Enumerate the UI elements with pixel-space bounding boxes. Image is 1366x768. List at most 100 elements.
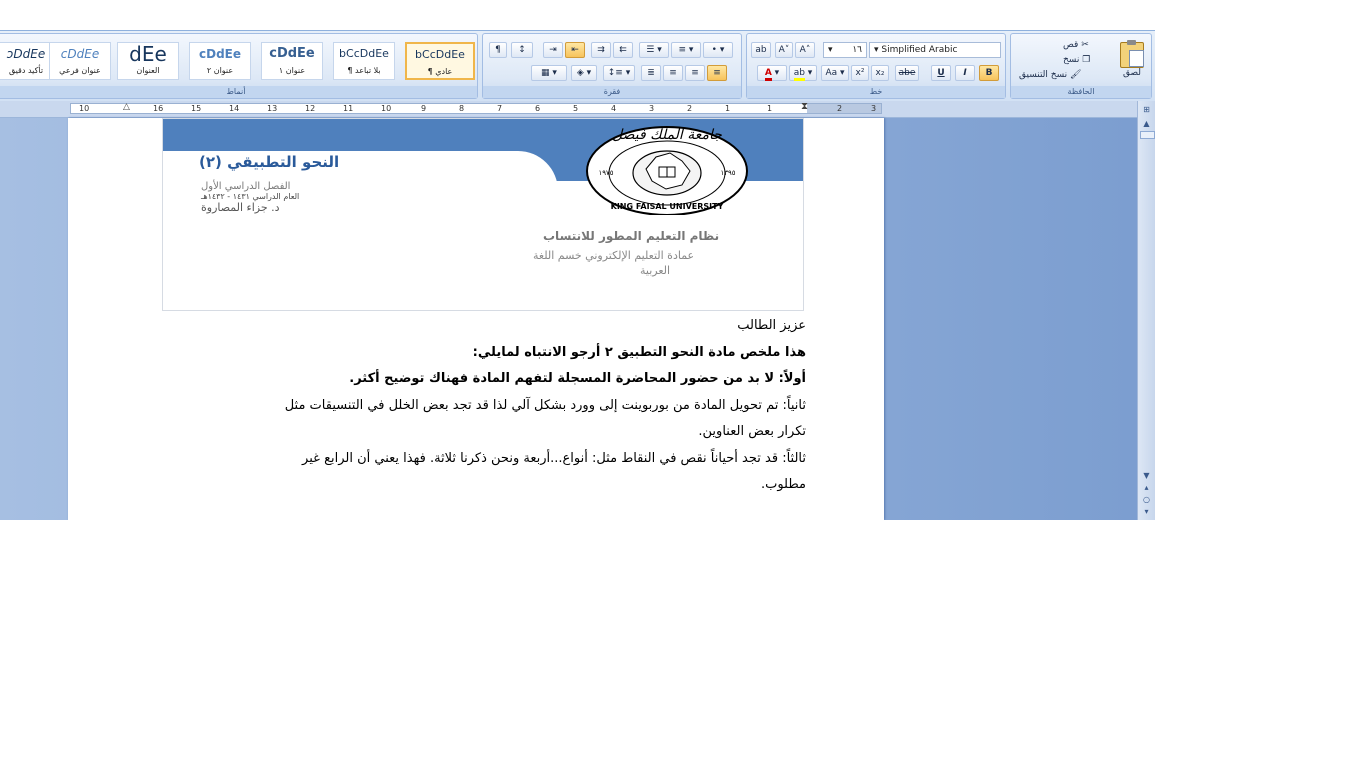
style-sample: cDdEe (269, 46, 315, 61)
ruler-number: 1 (725, 104, 731, 113)
rtl-button[interactable]: ⇤ (565, 42, 585, 58)
body-line: هذا ملخص مادة النحو التطبيق ٢ أرجو الانت… (472, 345, 806, 360)
vertical-scrollbar[interactable]: ⊞ ▲ ▼ ▴ ○ ▾ (1137, 101, 1155, 520)
system-subtitle-1: عمادة التعليم الإلكتروني خسم اللغة (533, 249, 695, 262)
copy-icon: ❐ (1082, 55, 1091, 65)
shrink-font-button[interactable]: A˅ (775, 42, 793, 58)
change-case-button[interactable]: Aa ▾ (821, 65, 849, 81)
logo-year-right: ١٣٩٥ (720, 169, 735, 177)
ruler-number: 9 (421, 104, 427, 113)
strikethrough-button[interactable]: abe (895, 65, 919, 81)
body-line: ثالثاً: قد تجد أحياناً نقص في النقاط مثل… (302, 451, 806, 466)
style-normal[interactable]: bCcDdEe ¶ عادي (405, 42, 475, 80)
clear-formatting-button[interactable]: ab (751, 42, 771, 58)
bold-button[interactable]: B (979, 65, 999, 81)
ltr-button[interactable]: ⇥ (543, 42, 563, 58)
copy-button[interactable]: ❐ نسخ (1063, 55, 1090, 65)
align-left-button[interactable]: ≡ (685, 65, 705, 81)
ruler-number: 4 (611, 104, 617, 113)
view-ruler-icon[interactable]: ⊞ (1139, 103, 1154, 116)
indent-marker-icon[interactable]: △ (123, 102, 130, 112)
ruler-number: 2 (837, 104, 843, 113)
cut-label: قص (1063, 40, 1079, 50)
borders-button[interactable]: ▦ ▾ (531, 65, 567, 81)
chevron-down-icon: ▾ (828, 45, 833, 55)
format-painter-icon: 🖌 (1070, 70, 1082, 80)
align-right-button[interactable]: ≡ (707, 65, 727, 81)
ruler-number: 16 (153, 104, 164, 113)
shading-button[interactable]: ◈ ▾ (571, 65, 597, 81)
style-sample: cDdEe (199, 47, 241, 61)
bullets-button[interactable]: • ▾ (703, 42, 733, 58)
align-center-button[interactable]: ≡ (663, 65, 683, 81)
grow-font-button[interactable]: A˄ (795, 42, 815, 58)
style-name: ¶ بلا تباعد (347, 66, 381, 75)
subscript-button[interactable]: x₂ (871, 65, 889, 81)
indent-marker-icon[interactable]: ⧗ (801, 101, 808, 112)
word-window: ɔDdEe تأكيد دقيق cDdEe عنوان فرعي dEe ال… (0, 0, 1155, 520)
ruler-number: 15 (191, 104, 202, 113)
style-sample: ɔDdEe (6, 47, 46, 61)
ruler-track: 10 △ 16 15 14 13 12 11 10 9 8 7 6 5 4 3 … (70, 101, 882, 114)
decrease-indent-button[interactable]: ⇇ (613, 42, 633, 58)
ruler-number: 5 (573, 104, 579, 113)
paragraph-group: ¶ ↕ ⇥ ⇤ ⇉ ⇇ ☰ ▾ ≡ ▾ • ▾ ▦ ▾ ◈ ▾ ↕≡ ▾ ≣ ≡… (482, 33, 742, 99)
font-size-combo[interactable]: ▾ ١٦ (823, 42, 867, 58)
multilevel-list-button[interactable]: ☰ ▾ (639, 42, 669, 58)
highlight-icon: ab (793, 68, 805, 81)
superscript-button[interactable]: x² (851, 65, 869, 81)
highlight-button[interactable]: ab ▾ (789, 65, 817, 81)
ruler-right-margin (807, 104, 881, 113)
style-heading-2[interactable]: cDdEe عنوان ٢ (189, 42, 251, 80)
body-line: ثانياً: تم تحويل المادة من بوربوينت إلى … (284, 398, 806, 413)
system-title: نظام التعليم المطور للانتساب (543, 229, 720, 243)
ruler-number: 11 (343, 104, 354, 113)
style-heading-1[interactable]: cDdEe عنوان ١ (261, 42, 323, 80)
scrollbar-thumb[interactable] (1140, 131, 1155, 139)
ruler-number: 10 (381, 104, 392, 113)
scroll-up-icon[interactable]: ▲ (1139, 117, 1154, 130)
document-page[interactable]: جامعة الملك فيصل KING FAISAL UNIVERSITY … (68, 118, 884, 520)
course-semester: الفصل الدراسي الأول (201, 181, 291, 192)
underline-button[interactable]: U (931, 65, 951, 81)
course-title: النحو التطبيقي (٢) (199, 153, 340, 171)
style-name: ¶ عادي (427, 67, 453, 76)
numbering-button[interactable]: ≡ ▾ (671, 42, 701, 58)
ruler-number: 2 (687, 104, 693, 113)
font-group-label: خط (747, 86, 1005, 98)
line-spacing-button[interactable]: ↕≡ ▾ (603, 65, 635, 81)
paste-button[interactable]: لصق (1115, 40, 1149, 86)
font-size-value: ١٦ (852, 45, 862, 55)
style-sample: cDdEe (60, 47, 100, 61)
style-subtitle[interactable]: cDdEe عنوان فرعي (49, 42, 111, 80)
font-name-combo[interactable]: ▾ Simplified Arabic (869, 42, 1001, 58)
increase-indent-button[interactable]: ⇉ (591, 42, 611, 58)
show-marks-button[interactable]: ¶ (489, 42, 507, 58)
style-sample: bCcDdEe (339, 47, 389, 60)
course-year: العام الدراسي ١٤٣١ - ١٤٣٢هـ (201, 192, 300, 201)
system-subtitle-2: العربية (640, 264, 671, 277)
style-title[interactable]: dEe العنوان (117, 42, 179, 80)
ruler-number: 13 (267, 104, 278, 113)
ruler-number: 7 (497, 104, 503, 113)
paragraph-group-label: فقرة (483, 86, 741, 98)
format-painter-button[interactable]: 🖌 نسخ التنسيق (1019, 70, 1081, 80)
style-name: تأكيد دقيق (8, 66, 44, 75)
justify-button[interactable]: ≣ (641, 65, 661, 81)
cut-button[interactable]: ✂ قص (1063, 40, 1089, 50)
ruler-number: 3 (649, 104, 655, 113)
clipboard-group-label: الحافظة (1011, 86, 1151, 98)
style-name: العنوان (136, 66, 160, 75)
style-no-spacing[interactable]: bCcDdEe ¶ بلا تباعد (333, 42, 395, 80)
logo-arabic-name: جامعة الملك فيصل (612, 127, 722, 143)
horizontal-ruler[interactable]: 10 △ 16 15 14 13 12 11 10 9 8 7 6 5 4 3 … (0, 101, 1137, 118)
font-color-icon: A (764, 68, 772, 81)
body-line: عزيز الطالب (737, 318, 806, 333)
font-color-button[interactable]: A ▾ (757, 65, 787, 81)
italic-button[interactable]: I (955, 65, 975, 81)
next-page-icon[interactable]: ▾ (1139, 505, 1154, 518)
ruler-number: 10 (79, 104, 90, 113)
sort-button[interactable]: ↕ (511, 42, 533, 58)
style-sample: dEe (129, 42, 167, 66)
ribbon: ɔDdEe تأكيد دقيق cDdEe عنوان فرعي dEe ال… (0, 30, 1155, 102)
